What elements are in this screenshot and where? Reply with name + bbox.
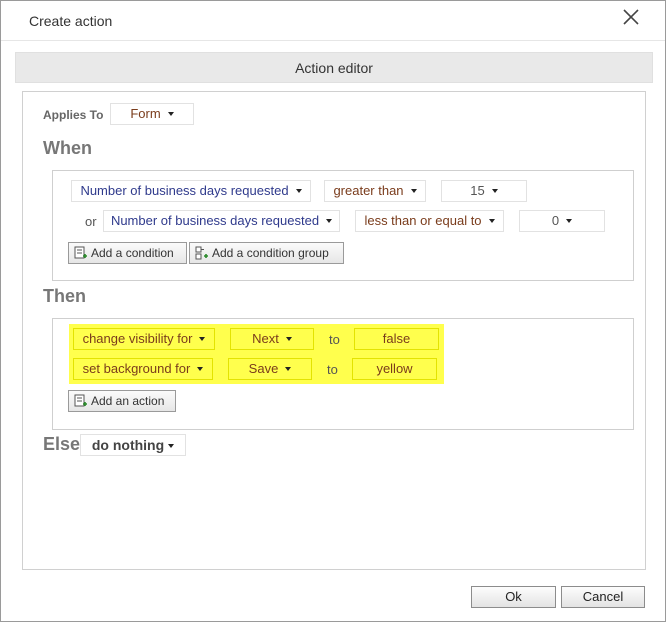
condition-1-operator-value: greater than (333, 183, 404, 198)
applies-to-dropdown[interactable]: Form (110, 103, 194, 125)
action-2-type-value: set background for (82, 361, 191, 376)
add-condition-group-icon (195, 246, 208, 260)
action-2-type-dropdown[interactable]: set background for (73, 358, 213, 380)
action-1-type-dropdown[interactable]: change visibility for (73, 328, 215, 350)
then-actions-box: change visibility for Next to false set … (52, 318, 634, 430)
action-editor-header: Action editor (15, 52, 653, 83)
action-1-type-value: change visibility for (82, 331, 193, 346)
then-heading: Then (43, 286, 86, 306)
chevron-down-icon (197, 367, 204, 371)
condition-1-field-dropdown[interactable]: Number of business days requested (71, 180, 311, 202)
action-1-to: to (329, 332, 340, 347)
else-action-value: do nothing (91, 437, 165, 453)
create-action-dialog: Create action Action editor Applies To F… (0, 0, 666, 622)
condition-2-operator-value: less than or equal to (364, 213, 482, 228)
action-2-target-dropdown[interactable]: Save (228, 358, 312, 380)
action-editor-panel: Applies To Form When Number of business … (22, 91, 646, 570)
add-condition-icon (74, 246, 87, 259)
condition-2-value: 0 (551, 213, 560, 228)
condition-1-value-dropdown[interactable]: 15 (441, 180, 527, 202)
dialog-titlebar: Create action (1, 1, 665, 41)
else-heading: Else (43, 434, 81, 454)
dialog-title: Create action (29, 13, 113, 29)
action-1-target-value: Next (252, 331, 279, 346)
condition-2-field-value: Number of business days requested (110, 213, 320, 228)
action-1-target-dropdown[interactable]: Next (230, 328, 314, 350)
add-condition-group-label: Add a condition group (212, 246, 329, 260)
add-action-button[interactable]: Add an action (68, 390, 176, 412)
condition-1-operator-dropdown[interactable]: greater than (324, 180, 426, 202)
action-2-target-value: Save (248, 361, 279, 376)
else-action-dropdown[interactable]: do nothing (80, 434, 186, 456)
chevron-down-icon (168, 444, 175, 448)
add-condition-group-button[interactable]: Add a condition group (189, 242, 344, 264)
add-action-icon (74, 394, 87, 407)
condition-2-value-dropdown[interactable]: 0 (519, 210, 605, 232)
chevron-down-icon (326, 219, 333, 223)
action-2-value-field[interactable]: yellow (352, 358, 437, 380)
chevron-down-icon (566, 219, 573, 223)
chevron-down-icon (410, 189, 417, 193)
action-1-value: false (382, 331, 411, 346)
add-action-label: Add an action (91, 394, 165, 408)
chevron-down-icon (285, 337, 292, 341)
cancel-button[interactable]: Cancel (561, 586, 645, 608)
close-icon[interactable] (619, 7, 643, 31)
condition-1-value: 15 (470, 183, 485, 198)
when-heading: When (43, 138, 92, 158)
applies-to-label: Applies To (43, 108, 104, 122)
condition-2-operator-dropdown[interactable]: less than or equal to (355, 210, 504, 232)
chevron-down-icon (285, 367, 292, 371)
action-2-value: yellow (376, 361, 413, 376)
chevron-down-icon (199, 337, 206, 341)
condition-2-connector: or (85, 214, 97, 229)
applies-to-value: Form (130, 106, 161, 121)
add-condition-label: Add a condition (91, 246, 174, 260)
chevron-down-icon (488, 219, 495, 223)
chevron-down-icon (491, 189, 498, 193)
chevron-down-icon (167, 112, 174, 116)
add-condition-button[interactable]: Add a condition (68, 242, 187, 264)
when-conditions-box: Number of business days requested greate… (52, 170, 634, 281)
action-1-value-field[interactable]: false (354, 328, 439, 350)
ok-button[interactable]: Ok (471, 586, 556, 608)
chevron-down-icon (295, 189, 302, 193)
action-2-to: to (327, 362, 338, 377)
condition-2-field-dropdown[interactable]: Number of business days requested (103, 210, 340, 232)
condition-1-field-value: Number of business days requested (80, 183, 289, 198)
